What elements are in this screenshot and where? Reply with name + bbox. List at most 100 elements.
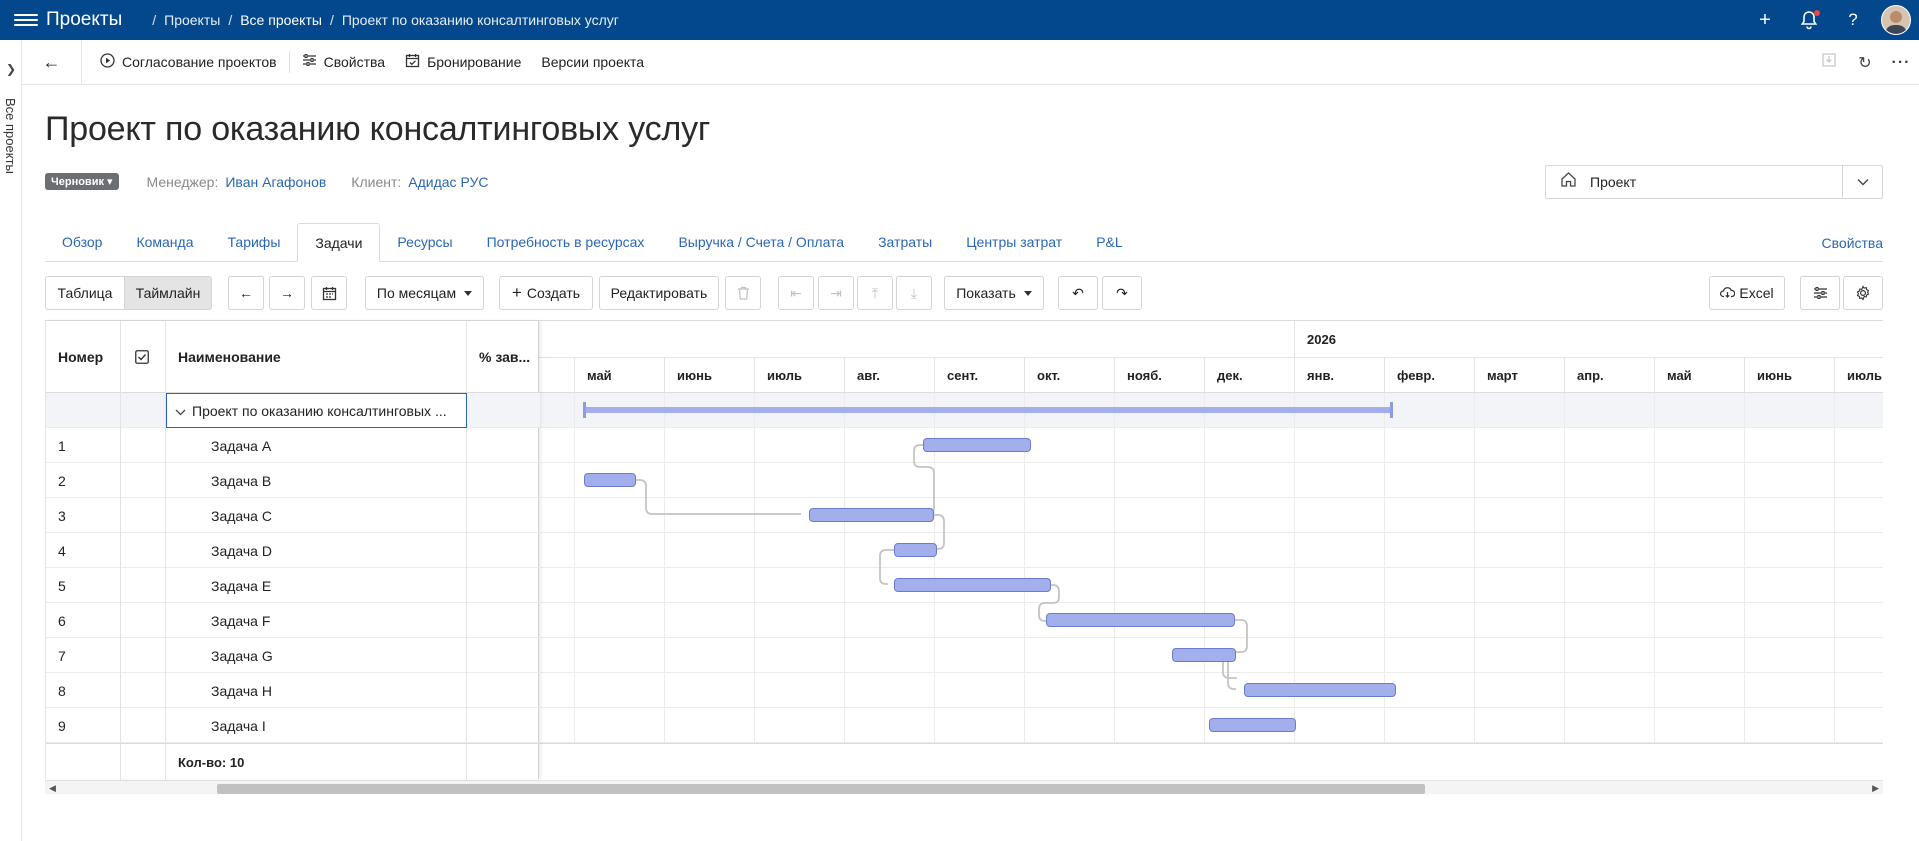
- task-check-cell[interactable]: [121, 673, 166, 708]
- project-type-select[interactable]: Проект: [1545, 165, 1883, 199]
- task-bar[interactable]: [1209, 718, 1296, 732]
- project-meta: Черновик ▾ Менеджер: Иван Агафонов Клиен…: [45, 173, 513, 190]
- tab-costs[interactable]: Затраты: [861, 223, 949, 261]
- arrow-left-icon[interactable]: ←: [228, 276, 264, 310]
- dependency-links: [636, 444, 1248, 690]
- task-check-cell[interactable]: [121, 603, 166, 638]
- col-name[interactable]: Наименование: [166, 321, 467, 393]
- table-row[interactable]: 6 Задача F: [46, 603, 540, 638]
- tab-resources[interactable]: Ресурсы: [380, 223, 469, 261]
- show-dropdown[interactable]: Показать: [944, 276, 1044, 310]
- tab-team[interactable]: Команда: [119, 223, 210, 261]
- task-bar[interactable]: [1046, 613, 1235, 627]
- table-row[interactable]: 1 Задача A: [46, 428, 540, 463]
- col-number[interactable]: Номер: [46, 321, 121, 393]
- tab-cost-centers[interactable]: Центры затрат: [949, 223, 1079, 261]
- task-check-cell[interactable]: [121, 533, 166, 568]
- task-bar[interactable]: [894, 543, 937, 557]
- task-check-cell[interactable]: [121, 568, 166, 603]
- chevron-down-icon[interactable]: [175, 403, 186, 419]
- create-button[interactable]: + Создать: [499, 276, 593, 310]
- approval-button[interactable]: Согласование проектов: [90, 48, 287, 76]
- view-table-button[interactable]: Таблица: [45, 276, 125, 310]
- task-bar[interactable]: [1244, 683, 1396, 697]
- approval-label: Согласование проектов: [122, 54, 277, 70]
- client-label: Клиент:: [351, 173, 402, 190]
- task-bar[interactable]: [1172, 648, 1236, 662]
- tab-rates[interactable]: Тарифы: [210, 223, 297, 261]
- rail-label[interactable]: Все проекты: [3, 98, 18, 174]
- task-check-cell[interactable]: [121, 498, 166, 533]
- status-badge[interactable]: Черновик ▾: [45, 173, 119, 190]
- task-percent: [467, 463, 540, 498]
- table-row[interactable]: 4 Задача D: [46, 533, 540, 568]
- app-title[interactable]: Проекты: [46, 9, 122, 31]
- checkbox-icon[interactable]: [135, 350, 149, 364]
- horizontal-scrollbar[interactable]: ◀ ▶: [45, 780, 1883, 794]
- task-check-cell[interactable]: [121, 428, 166, 463]
- table-row[interactable]: 5 Задача E: [46, 568, 540, 603]
- chevron-right-icon[interactable]: ❯: [6, 62, 16, 76]
- table-row[interactable]: 3 Задача C: [46, 498, 540, 533]
- tab-pnl[interactable]: P&L: [1079, 223, 1139, 261]
- task-percent: [467, 673, 540, 708]
- tab-revenue[interactable]: Выручка / Счета / Оплата: [661, 223, 861, 261]
- chevron-down-icon[interactable]: [1842, 166, 1882, 198]
- table-row[interactable]: 2 Задача B: [46, 463, 540, 498]
- view-timeline-button[interactable]: Таймлайн: [124, 276, 212, 310]
- back-arrow-icon[interactable]: ←: [22, 39, 82, 85]
- task-bar[interactable]: [584, 473, 636, 487]
- menu-icon[interactable]: [14, 12, 38, 28]
- more-icon[interactable]: ···: [1883, 54, 1919, 72]
- booking-button[interactable]: Бронирование: [395, 48, 531, 76]
- col-percent[interactable]: % зав...: [467, 321, 540, 393]
- scroll-left-icon[interactable]: ◀: [49, 781, 56, 795]
- plus-icon[interactable]: +: [1743, 0, 1787, 40]
- gantt-footer: [539, 743, 1883, 779]
- manager-link[interactable]: Иван Агафонов: [225, 174, 326, 190]
- calendar-check-icon: [405, 53, 420, 72]
- tab-resource-demand[interactable]: Потребность в ресурсах: [470, 223, 662, 261]
- task-check-cell[interactable]: [121, 638, 166, 673]
- task-bar[interactable]: [923, 438, 1031, 452]
- task-bar[interactable]: [809, 508, 934, 522]
- excel-button[interactable]: Excel: [1709, 276, 1785, 310]
- scroll-right-icon[interactable]: ▶: [1872, 781, 1879, 795]
- group-row[interactable]: Проект по оказанию консалтинговых ...: [46, 393, 540, 428]
- summary-bar-cap: [1390, 402, 1393, 418]
- undo-icon[interactable]: ↶: [1058, 276, 1098, 310]
- arrow-right-icon[interactable]: →: [269, 276, 305, 310]
- table-row[interactable]: 7 Задача G: [46, 638, 540, 673]
- breadcrumb-all-projects[interactable]: Все проекты: [240, 12, 322, 28]
- client-link[interactable]: Адидас РУС: [408, 174, 488, 190]
- summary-bar[interactable]: [584, 407, 1392, 413]
- table-row[interactable]: 8 Задача H: [46, 673, 540, 708]
- table-row[interactable]: 9 Задача I: [46, 708, 540, 743]
- avatar[interactable]: [1881, 5, 1911, 35]
- calendar-icon[interactable]: [311, 276, 347, 310]
- edit-button[interactable]: Редактировать: [599, 276, 719, 310]
- tab-overview[interactable]: Обзор: [45, 223, 119, 261]
- bell-icon[interactable]: [1787, 0, 1831, 40]
- help-icon[interactable]: ?: [1831, 0, 1875, 40]
- group-name-cell[interactable]: Проект по оказанию консалтинговых ...: [166, 393, 467, 428]
- gear-icon[interactable]: [1843, 276, 1883, 310]
- task-count: Кол-во: 10: [166, 744, 467, 780]
- scrollbar-thumb[interactable]: [217, 784, 1425, 794]
- task-check-cell[interactable]: [121, 708, 166, 743]
- task-check-cell[interactable]: [121, 463, 166, 498]
- sliders-icon: [302, 53, 317, 71]
- download-icon: [1811, 52, 1847, 73]
- sliders-icon[interactable]: [1800, 276, 1840, 310]
- task-number: 7: [46, 638, 121, 673]
- redo-icon[interactable]: ↷: [1102, 276, 1142, 310]
- properties-button[interactable]: Свойства: [292, 48, 395, 76]
- versions-button[interactable]: Версии проекта: [531, 48, 654, 76]
- col-check[interactable]: [121, 321, 166, 393]
- scale-dropdown[interactable]: По месяцам: [365, 276, 484, 310]
- breadcrumb-projects[interactable]: Проекты: [164, 12, 220, 28]
- tab-properties-link[interactable]: Свойства: [1822, 224, 1883, 262]
- refresh-icon[interactable]: ↻: [1847, 53, 1883, 73]
- tab-tasks[interactable]: Задачи: [297, 223, 381, 262]
- task-bar[interactable]: [894, 578, 1051, 592]
